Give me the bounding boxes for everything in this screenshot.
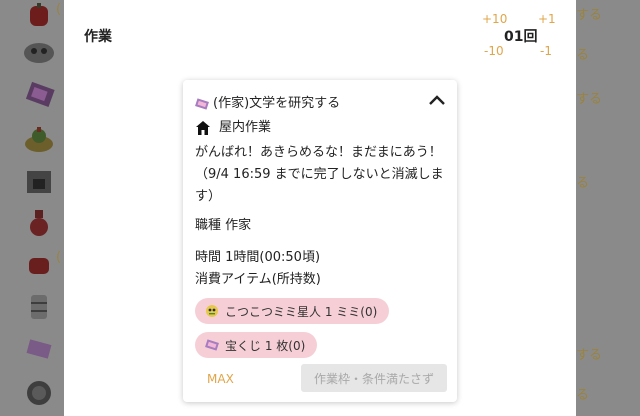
background-text: る [576,48,590,63]
time-label: 時間 1時間(00:50頃) [195,250,321,265]
minus-1-button[interactable]: -1 [540,44,552,58]
location-row: 屋内作業 [195,116,271,136]
background-text: る [576,388,590,403]
bottle-icon [22,208,56,238]
book-icon [195,97,209,110]
item-chip[interactable]: こつこつミミ星人 1 ミミ(0) [195,298,390,324]
item-label: こつこつミミ星人 1 ミミ(0) [225,304,378,319]
coin-icon [22,378,56,408]
potion-icon [22,124,56,154]
ticket-icon [205,339,219,351]
deadline-message: がんばれ！あきらめるな！まだまにあう！（9/4 16:59 までに完了しないと消… [195,145,444,204]
job-label: 職種 作家 [195,218,252,233]
items-label: 消費アイテム(所持数) [195,272,321,287]
background-text: する [576,348,603,363]
page-title: 作業 [84,29,112,45]
minus-10-button[interactable]: -10 [484,44,504,58]
chevron-up-icon[interactable] [427,92,447,108]
skull-icon [22,38,56,68]
submit-button[interactable]: 作業枠・条件満たさず [301,364,447,392]
ticket-icon [22,334,56,364]
location-label: 屋内作業 [219,120,272,135]
background-text: ( [56,2,62,17]
plus-1-button[interactable]: +1 [538,12,556,26]
background-item-list [0,0,64,416]
barrel-icon [22,292,56,322]
max-button[interactable]: MAX [207,372,234,386]
repeat-count: 01回 [504,29,538,45]
background-text: する [576,8,603,23]
alien-icon [206,305,218,317]
work-dialog: 作業 +10 +1 01回 -10 -1 (作家)文学を研究する 屋内作業 がん… [64,0,576,416]
plus-10-button[interactable]: +10 [482,12,507,26]
item-chip[interactable]: 宝くじ 1 枚(0) [195,332,318,358]
cake-icon [22,250,56,280]
background-text: する [576,92,603,107]
book-icon [22,80,56,110]
background-text: ( [56,250,62,265]
task-card: (作家)文学を研究する 屋内作業 がんばれ！あきらめるな！まだまにあう！（9/4… [183,80,457,402]
item-label: 宝くじ 1 枚(0) [225,338,306,353]
apple-icon [22,2,56,32]
home-icon [196,120,210,135]
task-title: (作家)文学を研究する [213,96,341,111]
background-text: る [576,176,590,191]
task-title-row: (作家)文学を研究する [195,92,340,111]
furnace-icon [22,167,56,197]
